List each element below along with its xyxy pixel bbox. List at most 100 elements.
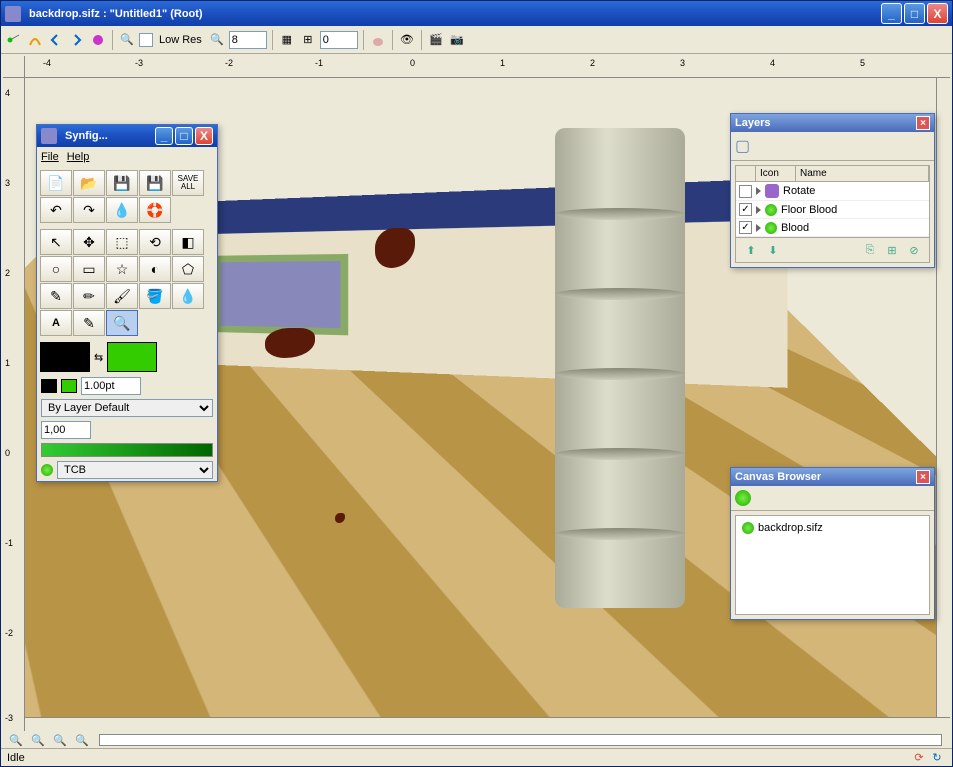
ruler-horizontal[interactable]: -4 -3 -2 -1 0 1 2 3 4 5 [25, 56, 950, 78]
default-fill[interactable] [61, 379, 77, 393]
back-icon[interactable] [47, 31, 65, 49]
canvas-tab-icon[interactable] [735, 490, 751, 506]
zoom-fit-icon[interactable]: 🔍 [29, 731, 47, 749]
tangent-icon[interactable] [5, 31, 23, 49]
menu-help[interactable]: Help [67, 151, 90, 163]
open-button[interactable]: 📂 [73, 170, 105, 196]
menu-file[interactable]: File [41, 151, 59, 163]
onion-icon[interactable] [369, 31, 387, 49]
fill-tool[interactable]: 🪣 [139, 283, 171, 309]
layer-duplicate-icon[interactable]: ⎘ [861, 241, 879, 259]
gradient-preview[interactable] [41, 443, 213, 457]
zoom-in-icon[interactable]: 🔍 [118, 31, 136, 49]
zoom-out-icon[interactable]: 🔍 [208, 31, 226, 49]
col-icon[interactable]: Icon [756, 166, 796, 181]
grid-icon[interactable]: ▦ [278, 31, 296, 49]
saveas-button[interactable]: 💾 [139, 170, 171, 196]
maximize-button[interactable]: □ [904, 3, 925, 24]
canvas-browser-close[interactable]: × [916, 470, 930, 484]
expand-icon[interactable] [756, 206, 761, 214]
lowres-checkbox[interactable] [139, 33, 153, 47]
expand-icon[interactable] [756, 187, 761, 195]
drop-icon[interactable]: 💧 [106, 197, 138, 223]
save-button[interactable]: 💾 [106, 170, 138, 196]
expand-icon[interactable] [756, 224, 761, 232]
text-tool[interactable]: A [40, 310, 72, 336]
rect-tool[interactable]: ▭ [73, 256, 105, 282]
layer-visible-checkbox[interactable]: ✓ [739, 203, 752, 216]
gradient-tool[interactable]: ◐ [139, 256, 171, 282]
camera-icon[interactable]: 📷 [448, 31, 466, 49]
layers-close[interactable]: × [916, 116, 930, 130]
snap-icon[interactable]: ⊞ [299, 31, 317, 49]
zoom-in-icon[interactable]: 🔍 [73, 731, 91, 749]
layer-row[interactable]: Rotate [736, 182, 929, 201]
scrollbar-vertical[interactable] [936, 78, 950, 717]
toolbox-maximize[interactable]: □ [175, 127, 193, 145]
minimize-button[interactable]: _ [881, 3, 902, 24]
layer-row[interactable]: ✓ Blood [736, 219, 929, 237]
layer-group-icon[interactable]: ⊞ [883, 241, 901, 259]
toolbox-minimize[interactable]: _ [155, 127, 173, 145]
timeline-scrollbar[interactable] [99, 734, 942, 746]
help-button[interactable]: 🛟 [139, 197, 171, 223]
smooth-move-tool[interactable]: ✥ [73, 229, 105, 255]
canvas-item[interactable]: backdrop.sifz [740, 520, 925, 536]
toolbox-close[interactable]: X [195, 127, 213, 145]
toolbox-titlebar[interactable]: Synfig... _ □ X [37, 125, 217, 147]
layers-tab-icon[interactable]: ▢ [735, 138, 750, 155]
main-titlebar[interactable]: backdrop.sifz : "Untitled1" (Root) _ □ X [1, 1, 952, 26]
layers-titlebar[interactable]: Layers × [731, 114, 934, 132]
quality-input[interactable] [229, 31, 267, 49]
render-icon[interactable]: 🎬 [427, 31, 445, 49]
scrollbar-horizontal[interactable] [25, 717, 950, 731]
mirror-tool[interactable]: ◧ [172, 229, 204, 255]
outline-color[interactable] [40, 342, 90, 372]
preview-icon[interactable]: 👁 [398, 31, 416, 49]
new-button[interactable]: 📄 [40, 170, 72, 196]
width-tool[interactable]: 🖌 [106, 283, 138, 309]
layer-visible-checkbox[interactable]: ✓ [739, 221, 752, 234]
refresh-icon[interactable]: ↻ [928, 749, 946, 767]
blend-mode-select[interactable]: By Layer Default [41, 399, 213, 417]
interpolation-select[interactable]: TCB [57, 461, 213, 479]
zoom-100-icon[interactable]: 🔍 [51, 731, 69, 749]
canvas-browser-panel[interactable]: Canvas Browser × backdrop.sifz [730, 467, 935, 620]
eyedrop-tool[interactable]: 💧 [172, 283, 204, 309]
redo-button[interactable]: ↷ [73, 197, 105, 223]
layer-down-icon[interactable]: ⬇ [764, 241, 782, 259]
zoom-tool[interactable]: 🔍 [106, 310, 138, 336]
col-name[interactable]: Name [796, 166, 929, 181]
curve-icon[interactable] [26, 31, 44, 49]
layers-panel[interactable]: Layers × ▢ Icon Name Rotate ✓ Floor Bloo… [730, 113, 935, 268]
rotate-tool[interactable]: ⟲ [139, 229, 171, 255]
frame-input[interactable] [320, 31, 358, 49]
star-tool[interactable]: ☆ [106, 256, 138, 282]
layer-visible-checkbox[interactable] [739, 185, 752, 198]
stroke-width-input[interactable] [81, 377, 141, 395]
swap-colors-icon[interactable]: ⇆ [94, 351, 103, 364]
draw-tool[interactable]: ✏ [73, 283, 105, 309]
sync-icon[interactable]: ⟳ [910, 749, 928, 767]
saveall-button[interactable]: SAVE ALL [172, 170, 204, 196]
zoom-out-icon[interactable]: 🔍 [7, 731, 25, 749]
layer-up-icon[interactable]: ⬆ [742, 241, 760, 259]
fill-color[interactable] [107, 342, 157, 372]
scale-tool[interactable]: ⬚ [106, 229, 138, 255]
polygon-tool[interactable]: ⬠ [172, 256, 204, 282]
undo-button[interactable]: ↶ [40, 197, 72, 223]
circle-tool[interactable]: ○ [40, 256, 72, 282]
sketch-tool[interactable]: ✎ [73, 310, 105, 336]
close-button[interactable]: X [927, 3, 948, 24]
default-outline[interactable] [41, 379, 57, 393]
opacity-input[interactable] [41, 421, 91, 439]
bline-tool[interactable]: ✎ [40, 283, 72, 309]
layer-delete-icon[interactable]: ⊘ [905, 241, 923, 259]
transform-tool[interactable]: ↖ [40, 229, 72, 255]
toolbox-panel[interactable]: Synfig... _ □ X File Help 📄 📂 💾 💾 SAVE A… [36, 124, 218, 482]
brush-icon[interactable] [89, 31, 107, 49]
forward-icon[interactable] [68, 31, 86, 49]
canvas-browser-titlebar[interactable]: Canvas Browser × [731, 468, 934, 486]
layer-row[interactable]: ✓ Floor Blood [736, 201, 929, 219]
ruler-vertical[interactable]: 4 3 2 1 0 -1 -2 -3 [3, 78, 25, 731]
